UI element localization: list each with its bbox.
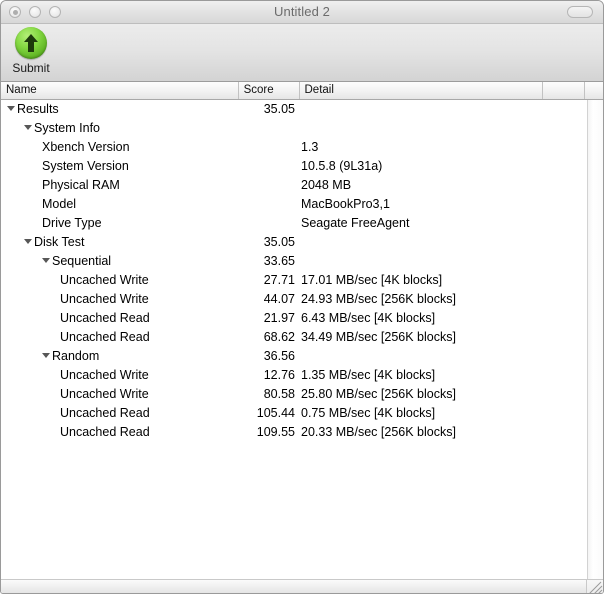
row-name-label: Uncached Write bbox=[60, 273, 149, 287]
row-score-cell: 21.97 bbox=[263, 311, 295, 325]
table-row[interactable]: Uncached Write 80.58 25.80 MB/sec [256K bl… bbox=[1, 385, 603, 404]
row-name-label: Uncached Write bbox=[60, 292, 149, 306]
row-name-label: Physical RAM bbox=[42, 178, 120, 192]
row-name-cell: System Version bbox=[1, 157, 239, 176]
vertical-scrollbar[interactable] bbox=[587, 100, 603, 579]
row-detail-cell: 6.43 MB/sec [4K blocks] bbox=[301, 311, 436, 325]
table-row[interactable]: Physical RAM 2048 MB bbox=[1, 176, 603, 195]
table-row[interactable]: Uncached Read 109.55 20.33 MB/sec [256K bl… bbox=[1, 423, 603, 442]
row-name-label: System Info bbox=[34, 121, 100, 135]
row-detail-cell: 0.75 MB/sec [4K blocks] bbox=[301, 406, 436, 420]
row-detail-cell: 1.35 MB/sec [4K blocks] bbox=[301, 368, 436, 382]
table-row[interactable]: Disk Test 35.05 bbox=[1, 233, 603, 252]
row-score-cell: 35.05 bbox=[263, 102, 295, 116]
row-name-label: System Version bbox=[42, 159, 129, 173]
row-score-cell: 27.71 bbox=[263, 273, 295, 287]
table-row[interactable]: System Version 10.5.8 (9L31a) bbox=[1, 157, 603, 176]
row-name-label: Results bbox=[17, 102, 59, 116]
table-row[interactable]: Results 35.05 bbox=[1, 100, 603, 119]
column-header-name[interactable]: Name bbox=[1, 82, 239, 99]
row-score-cell: 109.55 bbox=[256, 425, 295, 439]
row-name-label: Uncached Read bbox=[60, 311, 150, 325]
row-score-cell: 36.56 bbox=[263, 349, 295, 363]
column-header-extra[interactable] bbox=[543, 82, 586, 99]
toolbar-toggle-button[interactable] bbox=[567, 6, 593, 18]
row-detail-cell: 2048 MB bbox=[301, 178, 352, 192]
table-row[interactable]: Sequential 33.65 bbox=[1, 252, 603, 271]
disclosure-triangle-icon[interactable] bbox=[7, 106, 15, 112]
row-name-label: Uncached Read bbox=[60, 330, 150, 344]
row-score-cell: 105.44 bbox=[256, 406, 295, 420]
row-detail-cell: 1.3 bbox=[301, 140, 319, 154]
table-row[interactable]: Uncached Read 68.62 34.49 MB/sec [256K blo… bbox=[1, 328, 603, 347]
column-header-corner bbox=[585, 82, 603, 99]
row-score-cell: 68.62 bbox=[263, 330, 295, 344]
row-detail-cell: 10.5.8 (9L31a) bbox=[301, 159, 383, 173]
row-name-label: Uncached Write bbox=[60, 387, 149, 401]
disclosure-triangle-icon[interactable] bbox=[24, 125, 32, 131]
row-name-cell: Xbench Version bbox=[1, 138, 239, 157]
row-detail-cell: 24.93 MB/sec [256K blocks] bbox=[301, 292, 456, 306]
column-header-detail[interactable]: Detail bbox=[300, 82, 544, 99]
row-detail-cell: 20.33 MB/sec [256K blocks] bbox=[301, 425, 456, 439]
row-name-label: Model bbox=[42, 197, 77, 211]
row-score-cell: 35.05 bbox=[263, 235, 295, 249]
table-header-row: Name Score Detail bbox=[1, 82, 603, 100]
submit-button[interactable]: Submit bbox=[6, 27, 56, 75]
row-name-label: Drive Type bbox=[42, 216, 102, 230]
results-rows: Results 35.05 System Info Xbench Version 1.3… bbox=[1, 100, 603, 442]
table-row[interactable]: Uncached Write 44.07 24.93 MB/sec [256K bl… bbox=[1, 290, 603, 309]
results-tree[interactable]: Results 35.05 System Info Xbench Version 1.3… bbox=[1, 100, 603, 579]
disclosure-triangle-icon[interactable] bbox=[42, 258, 50, 264]
row-name-label: Uncached Read bbox=[60, 425, 150, 439]
row-name-label: Xbench Version bbox=[42, 140, 130, 154]
table-row[interactable]: Uncached Read 21.97 6.43 MB/sec [4K blocks… bbox=[1, 309, 603, 328]
toolbar: Submit bbox=[1, 24, 603, 82]
disclosure-triangle-icon[interactable] bbox=[42, 353, 50, 359]
submit-button-label: Submit bbox=[12, 61, 50, 75]
row-name-label: Uncached Write bbox=[60, 368, 149, 382]
table-row[interactable]: Uncached Write 27.71 17.01 MB/sec [4K bloc… bbox=[1, 271, 603, 290]
row-name-label: Disk Test bbox=[34, 235, 85, 249]
row-score-cell: 44.07 bbox=[263, 292, 295, 306]
row-score-cell: 33.65 bbox=[263, 254, 295, 268]
application-window: Untitled 2 Submit Name Score Detail Resu… bbox=[0, 0, 604, 594]
row-name-cell: Model bbox=[1, 195, 239, 214]
table-row[interactable]: Xbench Version 1.3 bbox=[1, 138, 603, 157]
row-detail-cell: MacBookPro3,1 bbox=[301, 197, 390, 211]
window-title: Untitled 2 bbox=[274, 4, 330, 19]
upload-arrow-icon bbox=[15, 27, 47, 59]
disclosure-triangle-icon[interactable] bbox=[24, 239, 32, 245]
row-detail-cell: 17.01 MB/sec [4K blocks] bbox=[301, 273, 443, 287]
row-detail-cell: 25.80 MB/sec [256K blocks] bbox=[301, 387, 456, 401]
row-score-cell: 80.58 bbox=[263, 387, 295, 401]
table-row[interactable]: Random 36.56 bbox=[1, 347, 603, 366]
row-name-label: Uncached Read bbox=[60, 406, 150, 420]
row-name-cell: Physical RAM bbox=[1, 176, 239, 195]
row-name-cell: System Info bbox=[1, 119, 239, 138]
row-name-label: Sequential bbox=[52, 254, 112, 268]
table-row[interactable]: Model MacBookPro3,1 bbox=[1, 195, 603, 214]
horizontal-scrollbar[interactable] bbox=[1, 579, 603, 593]
window-titlebar[interactable]: Untitled 2 bbox=[1, 1, 603, 24]
row-score-cell: 12.76 bbox=[263, 368, 295, 382]
row-name-cell: Drive Type bbox=[1, 214, 239, 233]
table-row[interactable]: Uncached Write 12.76 1.35 MB/sec [4K block… bbox=[1, 366, 603, 385]
row-detail-cell: Seagate FreeAgent bbox=[301, 216, 410, 230]
resize-grip-icon[interactable] bbox=[586, 580, 603, 593]
table-row[interactable]: Drive Type Seagate FreeAgent bbox=[1, 214, 603, 233]
column-header-score[interactable]: Score bbox=[239, 82, 300, 99]
table-row[interactable]: Uncached Read 105.44 0.75 MB/sec [4K block… bbox=[1, 404, 603, 423]
row-name-label: Random bbox=[52, 349, 100, 363]
table-row[interactable]: System Info bbox=[1, 119, 603, 138]
row-detail-cell: 34.49 MB/sec [256K blocks] bbox=[301, 330, 456, 344]
